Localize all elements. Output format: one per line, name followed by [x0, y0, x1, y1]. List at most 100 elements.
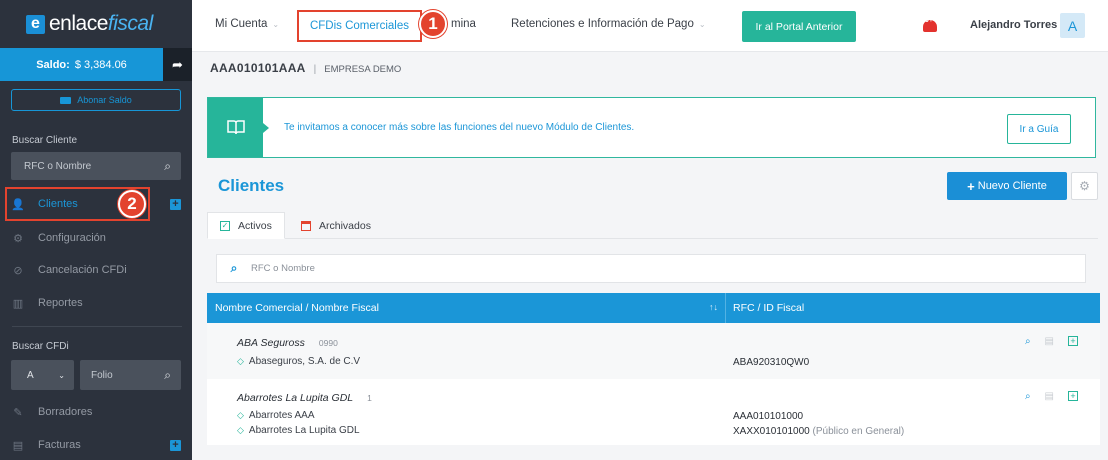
logo-text: enlacefiscal: [49, 12, 153, 35]
ir-a-guia-button[interactable]: Ir a Guía: [1007, 114, 1071, 144]
guide-banner: Te invitamos a conocer más sobre las fun…: [207, 97, 1096, 158]
share-arrow-icon[interactable]: ➦: [163, 48, 192, 81]
view-search-icon[interactable]: ⌕: [1025, 336, 1031, 347]
column-header-rfc[interactable]: RFC / ID Fiscal: [733, 302, 804, 314]
book-icon: [208, 98, 269, 157]
client-rfc: AAA010101000: [733, 411, 804, 422]
company-name: EMPRESA DEMO: [324, 64, 402, 75]
sidebar-item-label: Cancelación CFDi: [38, 264, 127, 276]
sidebar-item-borradores[interactable]: ✎ Borradores: [0, 397, 192, 427]
cfdi-folio-input[interactable]: Folio ⌕: [80, 360, 181, 390]
settings-gear-button[interactable]: ⚙: [1071, 172, 1098, 200]
client-search-input[interactable]: ⌕ RFC o Nombre: [216, 254, 1086, 283]
notification-count: 9+: [925, 17, 933, 24]
nav-cfdis-label: CFDis Comerciales: [309, 20, 410, 32]
user-name[interactable]: Alejandro Torres: [970, 19, 1057, 31]
search-cfdi-title: Buscar CFDi: [12, 341, 69, 352]
cfdi-search-row: A ⌄ Folio ⌕: [11, 360, 181, 390]
sidebar-item-cancelacion[interactable]: ⊘ Cancelación CFDi: [0, 255, 192, 285]
cfdi-series-value: A: [27, 369, 34, 381]
document-icon[interactable]: ▤: [1045, 336, 1054, 347]
client-number: 0990: [318, 338, 338, 348]
nav-nomina[interactable]: mina: [451, 18, 476, 30]
annotation-badge-1: 1: [419, 10, 447, 38]
nav-cfdis-comerciales[interactable]: CFDis Comerciales: [297, 10, 422, 42]
sidebar-item-configuracion[interactable]: ⚙ Configuración: [0, 223, 192, 253]
page-title: Clientes: [218, 176, 285, 195]
top-navigation: Mi Cuenta ⌄ CFDis Comerciales 1 mina Ret…: [192, 0, 1108, 52]
add-square-icon[interactable]: +: [1068, 336, 1078, 346]
tabs-bar: ✓ Activos Archivados: [207, 212, 1098, 239]
client-fiscal-name: ◇ Abarrotes La Lupita GDL: [237, 425, 360, 436]
search-icon[interactable]: ⌕: [164, 368, 171, 383]
document-icon: ▤: [12, 439, 24, 452]
bar-chart-icon: ▥: [12, 297, 24, 310]
nuevo-cliente-label: Nuevo Cliente: [977, 180, 1047, 192]
table-row[interactable]: ABA Seguross 0990 ◇ Abaseguros, S.A. de C.…: [207, 323, 1100, 379]
column-divider: [725, 293, 726, 323]
company-rfc: AAA010101AAA: [210, 61, 306, 75]
client-fiscal-name: ◇ Abaseguros, S.A. de C.V: [237, 356, 361, 367]
add-invoice-plus-icon[interactable]: +: [170, 439, 181, 451]
nav-nomina-label: mina: [451, 18, 476, 30]
add-square-icon[interactable]: +: [1068, 391, 1078, 401]
notification-bell-icon[interactable]: 9+: [922, 17, 940, 32]
annotation-badge-2: 2: [118, 190, 146, 218]
abonar-saldo-button[interactable]: Abonar Saldo: [11, 89, 181, 111]
sort-icon[interactable]: ↑↓: [709, 302, 718, 312]
logo[interactable]: e enlacefiscal: [0, 0, 192, 48]
abonar-saldo-label: Abonar Saldo: [77, 95, 132, 105]
plus-icon: +: [967, 178, 975, 194]
nuevo-cliente-button[interactable]: + Nuevo Cliente: [947, 172, 1067, 200]
chevron-down-icon: ⌄: [58, 370, 65, 380]
tag-icon: ◇: [237, 356, 244, 366]
view-search-icon[interactable]: ⌕: [1025, 391, 1031, 402]
nav-retenciones[interactable]: Retenciones e Información de Pago ⌄: [511, 18, 706, 30]
client-fiscal-name: ◇ Abarrotes AAA: [237, 410, 315, 421]
column-header-nombre[interactable]: Nombre Comercial / Nombre Fiscal: [215, 302, 379, 314]
money-icon: [60, 96, 72, 104]
table-row[interactable]: Abarrotes La Lupita GDL 1 ◇ Abarrotes AAA …: [207, 379, 1100, 445]
sidebar: e enlacefiscal Saldo: $ 3,384.06 ➦ Abona…: [0, 0, 192, 460]
ir-a-guia-label: Ir a Guía: [1019, 123, 1059, 135]
draft-icon: ✎: [13, 406, 23, 419]
avatar[interactable]: A: [1060, 13, 1085, 38]
chevron-down-icon: ⌄: [698, 19, 706, 29]
add-client-plus-icon[interactable]: +: [170, 198, 181, 210]
tab-archivados-label: Archivados: [319, 219, 371, 232]
client-number: 1: [367, 393, 372, 403]
tab-activos[interactable]: ✓ Activos: [207, 212, 285, 239]
search-client-title: Buscar Cliente: [12, 135, 78, 146]
sidebar-item-facturas[interactable]: ▤ Facturas +: [0, 430, 192, 460]
client-commercial-name: Abarrotes La Lupita GDL 1: [237, 392, 372, 404]
rfc-note: (Público en General): [812, 426, 905, 437]
client-commercial-name: ABA Seguross 0990: [237, 337, 338, 349]
sidebar-item-label: Borradores: [38, 406, 93, 418]
table-header: Nombre Comercial / Nombre Fiscal ↑↓ RFC …: [207, 293, 1100, 323]
client-search-placeholder: RFC o Nombre: [251, 263, 315, 274]
balance-label: Saldo:: [36, 58, 70, 71]
search-client-placeholder: RFC o Nombre: [24, 160, 92, 172]
portal-anterior-button[interactable]: Ir al Portal Anterior: [742, 11, 856, 42]
balance-row: Saldo: $ 3,384.06 ➦: [0, 48, 192, 81]
sidebar-item-reportes[interactable]: ▥ Reportes: [0, 288, 192, 318]
tab-activos-label: Activos: [238, 219, 272, 232]
portal-anterior-label: Ir al Portal Anterior: [755, 20, 843, 33]
company-rfc-line: AAA010101AAA | EMPRESA DEMO: [210, 61, 401, 75]
checkbox-icon: ✓: [220, 220, 230, 231]
sidebar-item-label: Facturas: [38, 439, 81, 451]
row-actions: ⌕ ▤ +: [1025, 336, 1078, 347]
tab-archivados[interactable]: Archivados: [289, 212, 383, 239]
search-icon[interactable]: ⌕: [164, 159, 171, 174]
tag-icon: ◇: [237, 410, 244, 420]
search-client-input[interactable]: RFC o Nombre ⌕: [11, 152, 181, 180]
nav-mi-cuenta[interactable]: Mi Cuenta ⌄: [215, 18, 279, 30]
cfdi-series-select[interactable]: A ⌄: [11, 360, 74, 390]
document-icon[interactable]: ▤: [1045, 391, 1054, 402]
sidebar-item-label: Reportes: [38, 297, 83, 309]
main-content: AAA010101AAA | EMPRESA DEMO Te invitamos a…: [192, 52, 1108, 460]
sidebar-divider: [12, 326, 182, 327]
balance-display: Saldo: $ 3,384.06: [0, 48, 163, 81]
archive-icon: [301, 220, 311, 231]
sidebar-item-label: Configuración: [38, 232, 106, 244]
